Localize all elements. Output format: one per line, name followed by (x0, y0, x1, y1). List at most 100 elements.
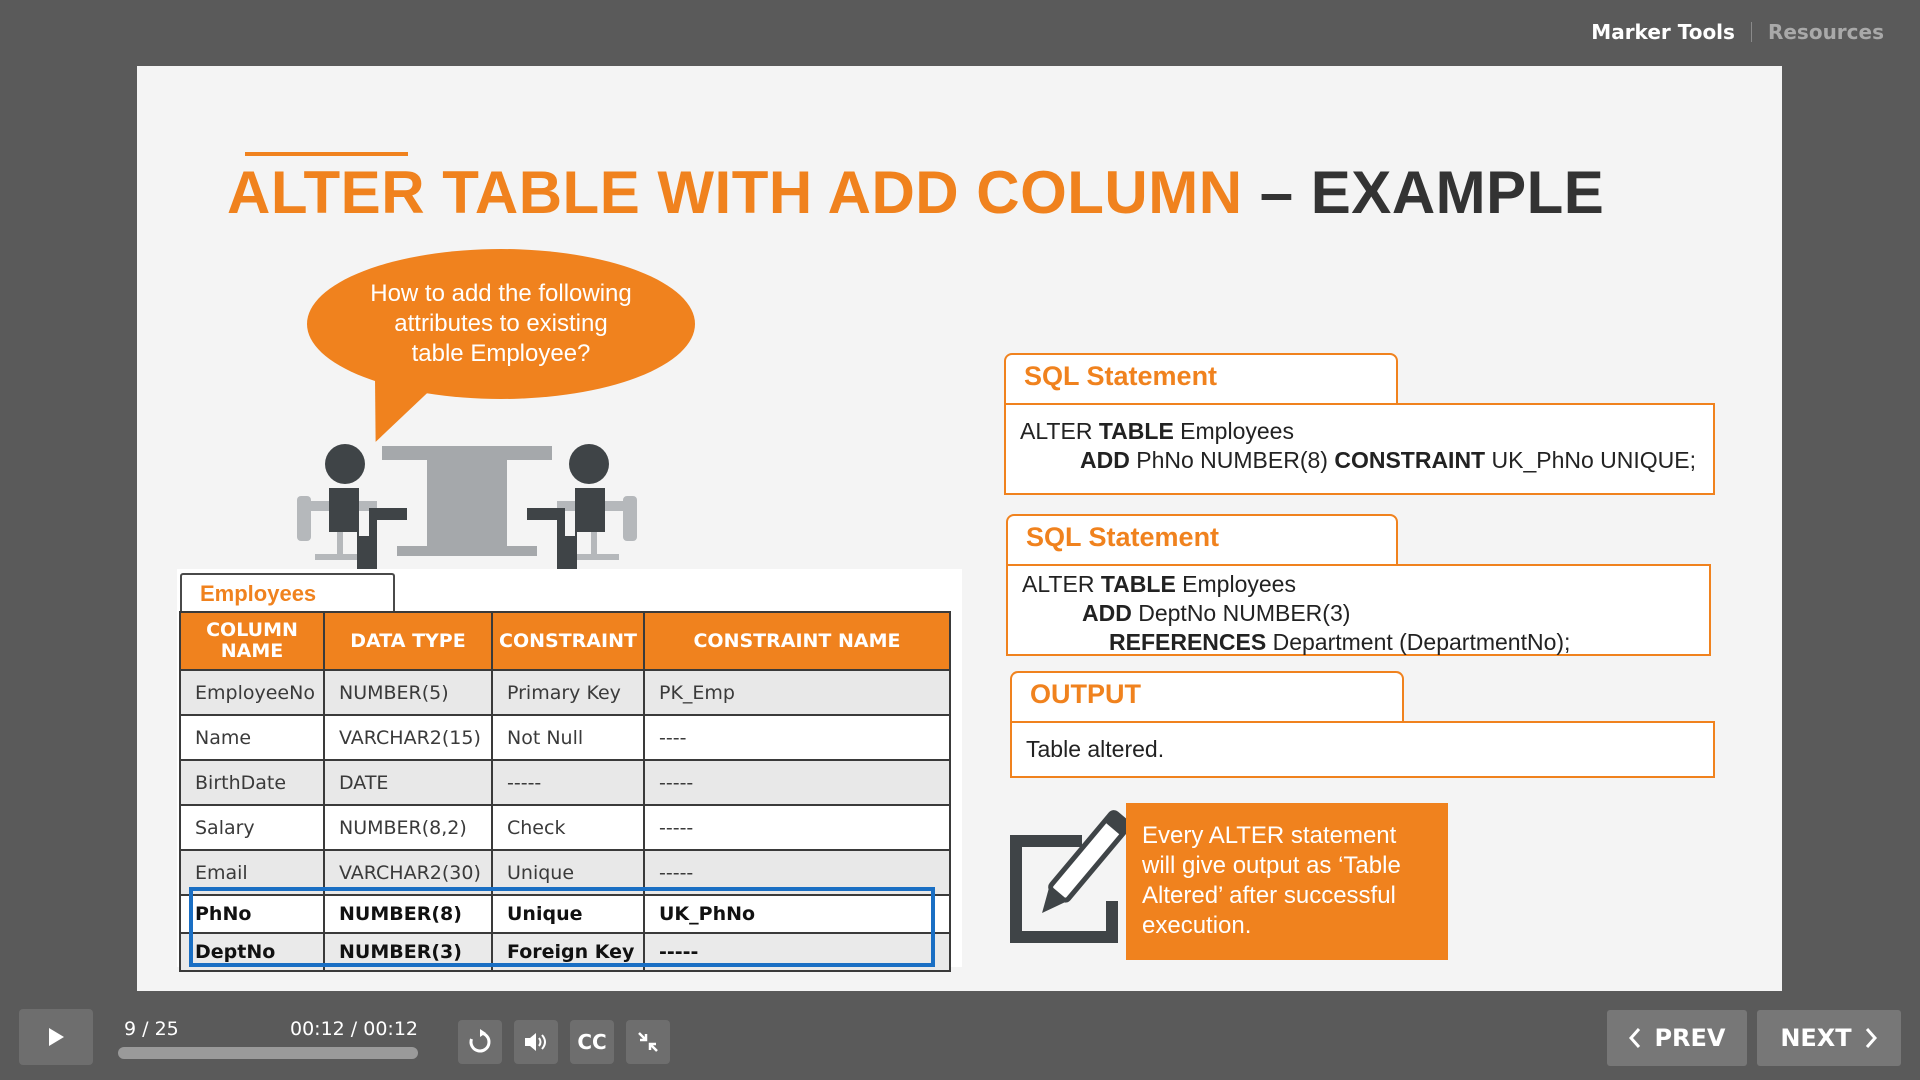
cell: NUMBER(3) (323, 932, 493, 972)
sql1-keyword: ADD (1080, 447, 1130, 473)
sql1-text: ALTER (1020, 418, 1099, 444)
cell: Unique (491, 849, 645, 896)
sql2-text: Department (DepartmentNo); (1266, 629, 1571, 655)
cell: UK_PhNo (643, 894, 951, 934)
note-text: Every ALTER statement will give output a… (1142, 822, 1401, 939)
output-tab: OUTPUT (1010, 671, 1404, 723)
table-row: Name VARCHAR2(15) Not Null ---- (179, 714, 951, 761)
title-accent-bar (245, 152, 408, 156)
table-row: Email VARCHAR2(30) Unique ----- (179, 849, 951, 896)
chevron-left-icon (1629, 1028, 1641, 1048)
cell: PhNo (179, 894, 325, 934)
sql1-keyword: TABLE (1098, 418, 1174, 444)
meeting-illustration (297, 444, 637, 572)
progress-fill (118, 1047, 418, 1059)
sql-statement-1-box: ALTER TABLE Employees ADD PhNo NUMBER(8)… (1004, 403, 1715, 495)
sql1-text: PhNo NUMBER(8) (1129, 447, 1335, 473)
title-suffix: – EXAMPLE (1242, 159, 1605, 226)
sql1-keyword: CONSTRAINT (1334, 447, 1486, 473)
progress-bar[interactable] (118, 1047, 418, 1059)
sql2-line-1: ALTER TABLE Employees (1022, 570, 1695, 599)
replay-button[interactable] (458, 1020, 502, 1064)
table-row: Salary NUMBER(8,2) Check ----- (179, 804, 951, 851)
cell: NUMBER(5) (323, 669, 493, 716)
sql2-line-3: REFERENCES Department (DepartmentNo); (1022, 628, 1695, 657)
closed-captions-button[interactable]: CC (570, 1020, 614, 1064)
cell: NUMBER(8,2) (323, 804, 493, 851)
sql1-text: Employees (1173, 418, 1294, 444)
next-label: NEXT (1780, 1024, 1852, 1052)
sql2-text: Employees (1175, 571, 1296, 597)
cell: EmployeeNo (179, 669, 325, 716)
output-box: Table altered. (1010, 721, 1715, 778)
cell: ----- (643, 804, 951, 851)
volume-icon (525, 1033, 546, 1051)
play-button[interactable] (19, 1009, 93, 1065)
replay-icon (469, 1029, 491, 1053)
sql1-line-1: ALTER TABLE Employees (1020, 417, 1699, 446)
sql-statement-1-tab: SQL Statement (1004, 353, 1398, 405)
table-row-highlighted: PhNo NUMBER(8) Unique UK_PhNo (179, 894, 951, 934)
cell: Name (179, 714, 325, 761)
sql2-keyword: ADD (1082, 600, 1132, 626)
cell: DATE (323, 759, 493, 806)
employees-table: COLUMN NAME DATA TYPE CONSTRAINT CONSTRA… (179, 611, 951, 972)
cell: Primary Key (491, 669, 645, 716)
cell: Unique (491, 894, 645, 934)
header-constraint-name: CONSTRAINT NAME (643, 611, 951, 671)
cell: PK_Emp (643, 669, 951, 716)
cell: ----- (643, 932, 951, 972)
cell: Foreign Key (491, 932, 645, 972)
table-header-row: COLUMN NAME DATA TYPE CONSTRAINT CONSTRA… (179, 611, 951, 671)
cc-icon: CC (577, 1030, 607, 1054)
next-button[interactable]: NEXT (1757, 1010, 1901, 1066)
speech-bubble-text: How to add the following attributes to e… (370, 280, 632, 367)
slide-counter: 9 / 25 (124, 1018, 179, 1040)
top-nav: Marker Tools Resources (1591, 20, 1884, 44)
employees-table-panel: Employees COLUMN NAME DATA TYPE CONSTRAI… (177, 569, 962, 972)
sql2-text: DeptNo NUMBER(3) (1131, 600, 1351, 626)
header-column-name: COLUMN NAME (179, 611, 325, 671)
cell: Email (179, 849, 325, 896)
cell: BirthDate (179, 759, 325, 806)
sql2-text: ALTER (1022, 571, 1101, 597)
play-icon (49, 1028, 64, 1046)
table-row: EmployeeNo NUMBER(5) Primary Key PK_Emp (179, 669, 951, 716)
cell: ----- (643, 759, 951, 806)
cell: ----- (643, 849, 951, 896)
sql-statement-2-tab: SQL Statement (1006, 514, 1398, 566)
output-text: Table altered. (1026, 736, 1165, 762)
prev-label: PREV (1654, 1024, 1726, 1052)
marker-tools-link[interactable]: Marker Tools (1591, 20, 1735, 44)
pencil-edit-icon (1010, 810, 1126, 943)
sql-statement-2-box: ALTER TABLE Employees ADD DeptNo NUMBER(… (1006, 564, 1711, 656)
playback-time: 00:12 / 00:12 (290, 1018, 418, 1040)
slide-canvas: ALTER TABLE WITH ADD COLUMN – EXAMPLE Ho… (137, 66, 1782, 991)
collapse-icon (638, 1032, 658, 1052)
cell: Not Null (491, 714, 645, 761)
cell: VARCHAR2(30) (323, 849, 493, 896)
cell: VARCHAR2(15) (323, 714, 493, 761)
cell: ----- (491, 759, 645, 806)
cell: DeptNo (179, 932, 325, 972)
resources-link[interactable]: Resources (1768, 20, 1884, 44)
cell: Salary (179, 804, 325, 851)
note-callout: Every ALTER statement will give output a… (1126, 803, 1448, 960)
sql2-line-2: ADD DeptNo NUMBER(3) (1022, 599, 1695, 628)
slide-title: ALTER TABLE WITH ADD COLUMN – EXAMPLE (227, 158, 1604, 227)
chevron-right-icon (1865, 1028, 1877, 1048)
sql2-keyword: REFERENCES (1109, 629, 1267, 655)
nav-divider (1750, 22, 1752, 42)
sql1-text: UK_PhNo UNIQUE; (1485, 447, 1697, 473)
header-constraint: CONSTRAINT (491, 611, 645, 671)
employees-tab: Employees (180, 573, 395, 613)
prev-button[interactable]: PREV (1607, 1010, 1747, 1066)
cell: ---- (643, 714, 951, 761)
header-data-type: DATA TYPE (323, 611, 493, 671)
sql2-keyword: TABLE (1100, 571, 1176, 597)
table-row-highlighted: DeptNo NUMBER(3) Foreign Key ----- (179, 932, 951, 972)
cell: Check (491, 804, 645, 851)
volume-button[interactable] (514, 1020, 558, 1064)
exit-fullscreen-button[interactable] (626, 1020, 670, 1064)
title-main: ALTER TABLE WITH ADD COLUMN (227, 159, 1243, 226)
